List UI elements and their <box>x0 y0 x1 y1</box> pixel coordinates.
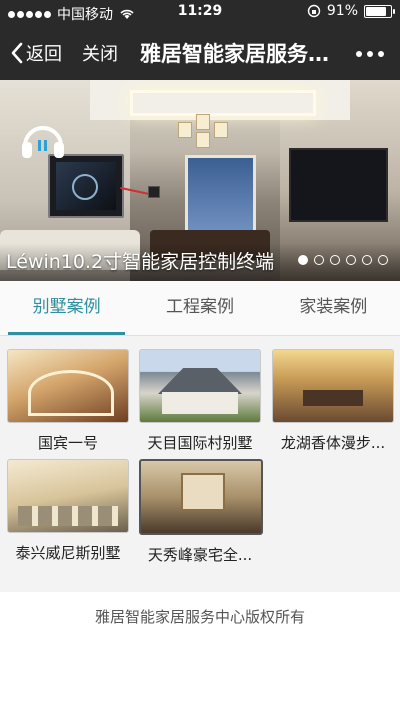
rotation-lock-icon <box>307 4 321 18</box>
case-thumbnail <box>7 459 129 533</box>
more-options-icon[interactable] <box>356 51 384 57</box>
case-thumbnail <box>272 349 394 423</box>
battery-percent: 91% <box>326 3 358 19</box>
page-title: 雅居智能家居服务中心 <box>140 42 330 66</box>
case-thumbnail <box>139 349 261 423</box>
pager-dot[interactable] <box>314 255 324 265</box>
chevron-left-icon <box>11 42 23 64</box>
copyright-text: 雅居智能家居服务中心版权所有 <box>94 608 305 626</box>
tab-engineering-cases[interactable]: 工程案例 <box>133 281 266 335</box>
case-card[interactable]: 国宾一号 <box>7 349 129 453</box>
banner-caption: Léwin10.2寸智能家居控制终端 <box>6 251 275 273</box>
battery-icon <box>364 4 395 18</box>
case-title: 天目国际村别墅 <box>147 434 253 452</box>
banner-carousel[interactable]: Léwin10.2寸智能家居控制终端 <box>0 80 400 281</box>
case-tabs: 别墅案例 工程案例 家装案例 <box>0 281 400 336</box>
case-thumbnail <box>7 349 129 423</box>
case-card[interactable]: 天目国际村别墅 <box>139 349 261 453</box>
footer: 雅居智能家居服务中心版权所有 <box>0 592 400 710</box>
tab-villa-cases[interactable]: 别墅案例 <box>0 281 133 335</box>
banner-caption-bar: Léwin10.2寸智能家居控制终端 <box>0 243 400 281</box>
case-title: 国宾一号 <box>37 434 98 452</box>
pager-dot[interactable] <box>362 255 372 265</box>
carousel-pager[interactable] <box>298 255 388 265</box>
pager-dot[interactable] <box>378 255 388 265</box>
back-label: 返回 <box>26 44 62 65</box>
headphone-icon[interactable] <box>20 120 66 160</box>
case-title: 天秀峰豪宅全... <box>147 546 253 564</box>
case-card[interactable]: 天秀峰豪宅全... <box>139 459 263 565</box>
back-button[interactable]: 返回 <box>10 40 62 66</box>
wall-switch-image <box>148 186 160 198</box>
case-grid: 国宾一号 天目国际村别墅 龙湖香体漫步... 泰兴威尼斯别墅 天秀峰豪宅全... <box>0 336 400 592</box>
pager-dot[interactable] <box>346 255 356 265</box>
navigation-bar: 返回 关闭 雅居智能家居服务中心 <box>0 24 400 80</box>
case-card[interactable]: 泰兴威尼斯别墅 <box>7 459 129 563</box>
control-panel-image <box>48 154 124 218</box>
pager-dot[interactable] <box>330 255 340 265</box>
banner-window <box>185 155 256 233</box>
banner-tv <box>289 148 388 222</box>
case-thumbnail <box>139 459 263 535</box>
pager-dot[interactable] <box>298 255 308 265</box>
case-card[interactable]: 龙湖香体漫步... <box>272 349 394 453</box>
tab-home-decor-cases[interactable]: 家装案例 <box>267 281 400 335</box>
case-title: 泰兴威尼斯别墅 <box>15 544 121 562</box>
chandelier-image <box>178 110 228 150</box>
close-button[interactable]: 关闭 <box>82 40 118 66</box>
case-title: 龙湖香体漫步... <box>280 434 386 452</box>
status-bar: 中国移动 11:29 91% <box>0 0 400 24</box>
